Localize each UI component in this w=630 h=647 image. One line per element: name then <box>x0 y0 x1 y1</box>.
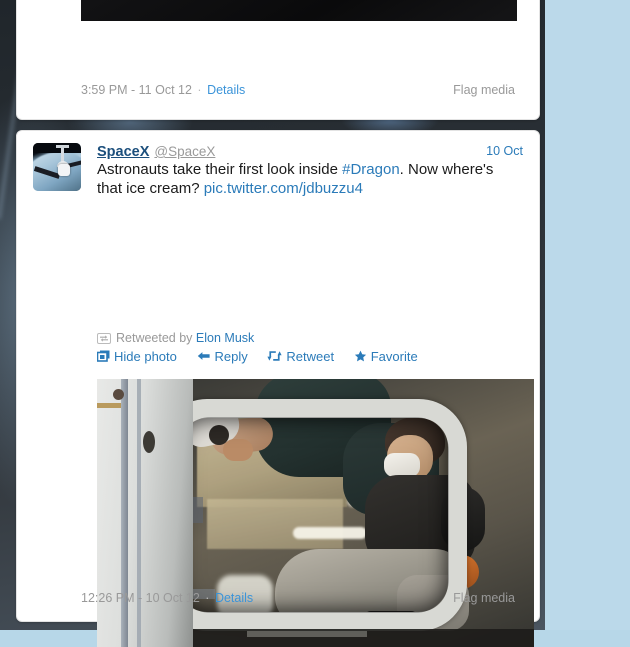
reply-arrow-icon <box>197 349 211 367</box>
tweet-media-still[interactable] <box>81 0 517 21</box>
retweeter-name[interactable]: Elon Musk <box>196 331 254 345</box>
avatar[interactable] <box>33 143 81 191</box>
footer-separator: · <box>205 591 210 605</box>
details-link[interactable]: Details <box>207 83 245 97</box>
photo-url-link[interactable]: pic.twitter.com/jdbuzzu4 <box>204 180 363 197</box>
reply-button[interactable]: Reply <box>197 348 248 367</box>
tweet-footer-left: 3:59 PM - 11 Oct 12 · Details <box>81 83 245 97</box>
hide-photo-label: Hide photo <box>114 349 177 364</box>
tweet-text: Astronauts take their first look inside … <box>97 160 521 198</box>
favorite-button[interactable]: Favorite <box>354 348 418 367</box>
tweet-footer: 3:59 PM - 11 Oct 12 · Details Flag media <box>17 83 539 103</box>
retweet-icon <box>267 349 282 367</box>
photo-icon <box>96 349 110 367</box>
retweet-icon <box>97 332 111 344</box>
tweet-footer-left: 12:26 PM - 10 Oct 12 · Details <box>81 591 253 605</box>
tweet-footer: 12:26 PM - 10 Oct 12 · Details Flag medi… <box>17 591 539 611</box>
hashtag-link[interactable]: #Dragon <box>342 161 400 178</box>
favorite-label: Favorite <box>370 349 418 364</box>
tweet-stream: 3:59 PM - 11 Oct 12 · Details Flag media… <box>0 0 545 647</box>
star-icon <box>354 349 367 367</box>
background-right-pane <box>545 0 630 630</box>
tweet-card[interactable]: SpaceX @SpaceX 10 Oct Astronauts take the… <box>16 130 540 647</box>
retweet-label: Retweet <box>286 349 335 364</box>
author-handle[interactable]: @SpaceX <box>149 144 215 159</box>
hide-photo-button[interactable]: Hide photo <box>96 348 177 367</box>
retweet-button[interactable]: Retweet <box>267 348 334 367</box>
tweet-card[interactable]: 3:59 PM - 11 Oct 12 · Details Flag media <box>16 0 540 120</box>
retweet-context: Retweeted by Elon Musk <box>97 330 254 346</box>
author-display-name[interactable]: SpaceX <box>97 144 149 160</box>
tweet-text-part-1: Astronauts take their first look inside <box>97 161 343 178</box>
flag-media-link[interactable]: Flag media <box>453 83 515 97</box>
retweet-prefix: Retweeted by <box>116 331 196 345</box>
details-link[interactable]: Details <box>215 591 253 605</box>
author-row: SpaceX @SpaceX 10 Oct <box>97 142 523 160</box>
tweet-timestamp: 12:26 PM - 10 Oct 12 <box>81 591 200 605</box>
tweet-timestamp: 3:59 PM - 11 Oct 12 <box>81 83 192 97</box>
flag-media-link[interactable]: Flag media <box>453 591 515 605</box>
footer-separator: · <box>197 83 202 97</box>
tweet-date-link[interactable]: 10 Oct <box>486 142 523 160</box>
tweet-actions: Hide photo Reply Retweet Favorite <box>96 348 434 367</box>
reply-label: Reply <box>214 349 248 364</box>
